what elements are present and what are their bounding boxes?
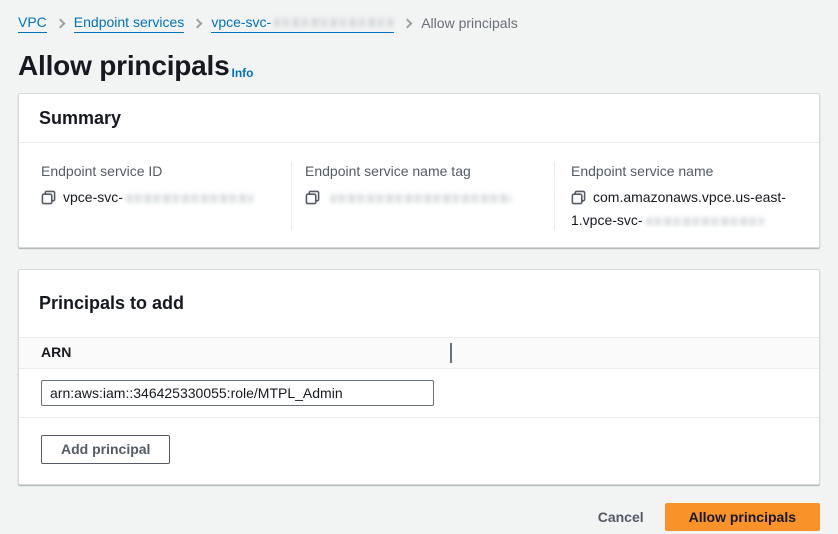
arn-input-row bbox=[19, 369, 819, 418]
principals-to-add-card: Principals to add ARN Add principal bbox=[18, 269, 820, 485]
summary-card-header: Summary bbox=[19, 94, 819, 143]
redacted-value bbox=[126, 194, 254, 203]
page-title: Allow principals bbox=[18, 50, 230, 82]
copy-icon[interactable] bbox=[41, 190, 56, 210]
summary-field-endpoint-service-name: Endpoint service name com.amazonaws.vpce… bbox=[554, 162, 819, 230]
copy-icon[interactable] bbox=[571, 190, 586, 210]
breadcrumb: VPC Endpoint services vpce-svc- Allow pr… bbox=[18, 13, 820, 33]
field-value bbox=[305, 187, 538, 210]
info-link[interactable]: Info bbox=[232, 66, 254, 80]
column-resize-handle[interactable] bbox=[450, 343, 452, 363]
cancel-button[interactable]: Cancel bbox=[598, 503, 644, 531]
breadcrumb-link-endpoint-services[interactable]: Endpoint services bbox=[74, 13, 185, 33]
footer-actions: Cancel Allow principals bbox=[18, 503, 820, 531]
field-label: Endpoint service name tag bbox=[305, 162, 538, 180]
allow-principals-page: VPC Endpoint services vpce-svc- Allow pr… bbox=[0, 0, 838, 534]
allow-principals-button[interactable]: Allow principals bbox=[665, 503, 820, 531]
breadcrumb-service-id-prefix: vpce-svc- bbox=[211, 13, 271, 31]
arn-input[interactable] bbox=[41, 380, 434, 406]
breadcrumb-link-vpc[interactable]: VPC bbox=[18, 13, 47, 33]
field-value: vpce-svc- bbox=[41, 187, 275, 210]
page-title-row: Allow principals Info bbox=[18, 50, 820, 82]
table-header-row: ARN bbox=[19, 337, 819, 369]
summary-grid: Endpoint service ID vpce-svc- Endpoint s… bbox=[19, 143, 819, 247]
copy-icon[interactable] bbox=[305, 190, 320, 210]
endpoint-service-id-value: vpce-svc- bbox=[63, 189, 123, 205]
breadcrumb-link-service-id[interactable]: vpce-svc- bbox=[211, 13, 394, 33]
summary-field-endpoint-service-name-tag: Endpoint service name tag bbox=[291, 162, 554, 230]
column-header-arn: ARN bbox=[41, 344, 71, 360]
principals-heading: Principals to add bbox=[39, 292, 799, 314]
redacted-value bbox=[330, 194, 512, 203]
summary-field-endpoint-service-id: Endpoint service ID vpce-svc- bbox=[19, 162, 291, 230]
redacted-value bbox=[646, 217, 764, 226]
add-principal-button[interactable]: Add principal bbox=[41, 435, 170, 464]
redacted-value bbox=[274, 18, 394, 27]
field-label: Endpoint service ID bbox=[41, 162, 275, 180]
field-label: Endpoint service name bbox=[571, 162, 803, 180]
principals-card-header: Principals to add bbox=[19, 270, 819, 337]
breadcrumb-separator-icon bbox=[55, 18, 65, 28]
field-value: com.amazonaws.vpce.us-east-1.vpce-svc- bbox=[571, 187, 803, 230]
breadcrumb-current-page: Allow principals bbox=[421, 14, 517, 32]
principals-card-footer: Add principal bbox=[19, 418, 819, 484]
summary-card: Summary Endpoint service ID vpce-svc- En… bbox=[18, 93, 820, 248]
summary-heading: Summary bbox=[39, 107, 799, 129]
breadcrumb-separator-icon bbox=[403, 18, 413, 28]
breadcrumb-separator-icon bbox=[193, 18, 203, 28]
